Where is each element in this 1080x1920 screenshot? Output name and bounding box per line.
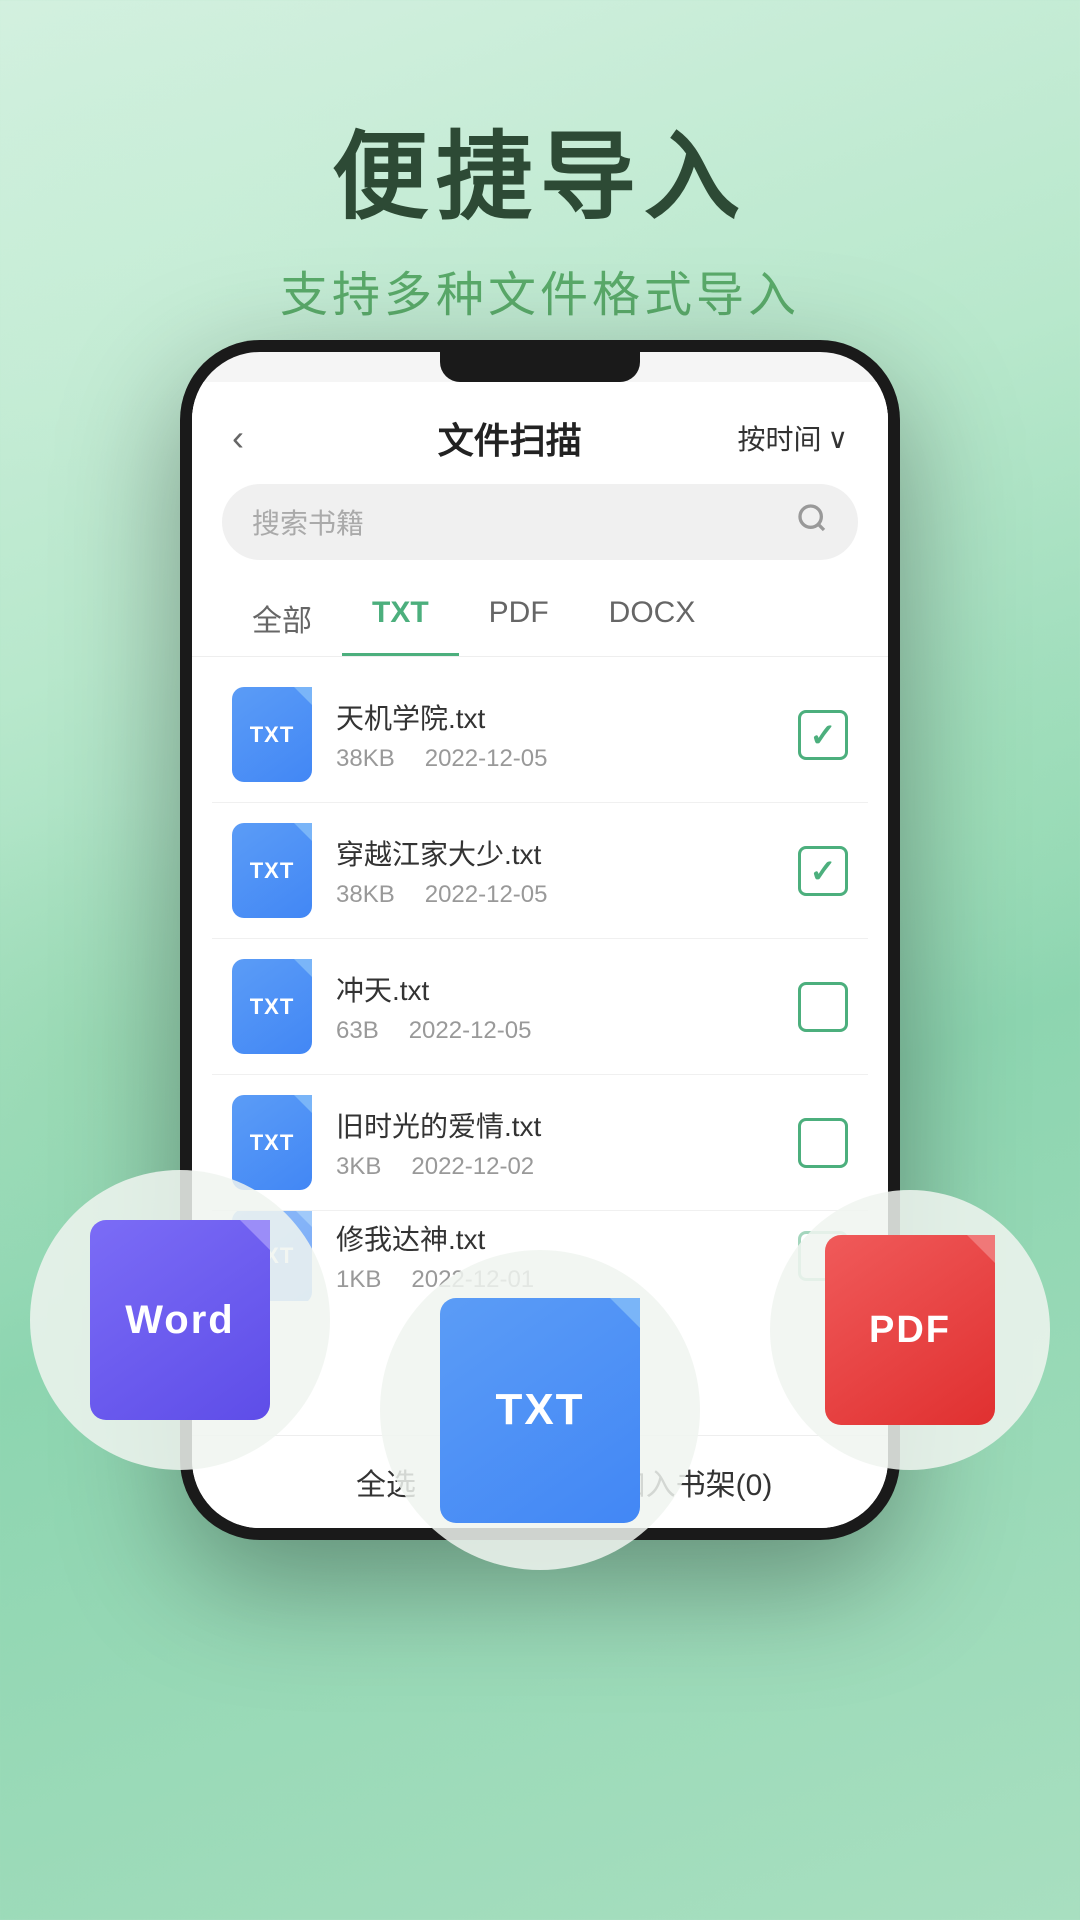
file-info: 天机学院.txt 38KB 2022-12-05 [336, 697, 798, 773]
file-checkbox[interactable] [798, 846, 848, 896]
tab-all[interactable]: 全部 [222, 580, 342, 656]
file-checkbox[interactable] [798, 1231, 848, 1281]
back-button[interactable]: ‹ [232, 417, 282, 459]
file-type-icon: TXT [232, 687, 312, 782]
phone-mockup: ‹ 文件扫描 按时间 ∨ 搜索书籍 [180, 340, 900, 1540]
file-item[interactable]: TXT 天机学院.txt 38KB 2022-12-05 [212, 667, 868, 803]
search-icon [796, 502, 828, 542]
file-item[interactable]: TXT 冲天.txt 63B 2022-12-05 [212, 939, 868, 1075]
file-info: 修我达神.txt 1KB 2022-12-01 [336, 1218, 798, 1294]
file-date: 2022-12-05 [409, 1017, 532, 1045]
toolbar-title: 文件扫描 [282, 412, 737, 464]
tab-bar: 全部 TXT PDF DOCX [192, 580, 888, 657]
file-info: 冲天.txt 63B 2022-12-05 [336, 969, 798, 1045]
file-type-icon: TXT [232, 959, 312, 1054]
tab-docx[interactable]: DOCX [579, 580, 726, 656]
file-type-icon: TXT [232, 1095, 312, 1190]
file-checkbox[interactable] [798, 710, 848, 760]
phone-screen: ‹ 文件扫描 按时间 ∨ 搜索书籍 [192, 352, 888, 1528]
file-type-icon: TXT [232, 823, 312, 918]
bottom-bar: 全选 加入书架(0) [192, 1435, 888, 1528]
file-size: 1KB [336, 1266, 381, 1294]
file-size: 63B [336, 1017, 379, 1045]
sub-title: 支持多种文件格式导入 [0, 255, 1080, 325]
file-size: 3KB [336, 1153, 381, 1181]
add-to-shelf-button[interactable]: 加入书架(0) [540, 1460, 848, 1504]
file-item[interactable]: TXT 穿越江家大少.txt 38KB 2022-12-05 [212, 803, 868, 939]
sort-chevron-icon: ∨ [828, 422, 849, 455]
phone-notch [440, 352, 640, 382]
header-section: 便捷导入 支持多种文件格式导入 [0, 0, 1080, 325]
file-info: 旧时光的爱情.txt 3KB 2022-12-02 [336, 1105, 798, 1181]
search-placeholder: 搜索书籍 [252, 502, 796, 542]
file-name: 冲天.txt [336, 969, 798, 1009]
file-list: TXT 天机学院.txt 38KB 2022-12-05 TXT [192, 667, 888, 1435]
file-type-icon: TXT [232, 1211, 312, 1301]
file-meta: 3KB 2022-12-02 [336, 1153, 798, 1181]
file-date: 2022-12-05 [425, 881, 548, 909]
file-name: 旧时光的爱情.txt [336, 1105, 798, 1145]
search-bar[interactable]: 搜索书籍 [222, 484, 858, 560]
file-name: 修我达神.txt [336, 1218, 798, 1258]
file-meta: 38KB 2022-12-05 [336, 881, 798, 909]
app-content: ‹ 文件扫描 按时间 ∨ 搜索书籍 [192, 382, 888, 1528]
tab-pdf[interactable]: PDF [459, 580, 579, 656]
file-item-partial[interactable]: TXT 修我达神.txt 1KB 2022-12-01 [212, 1211, 868, 1301]
file-size: 38KB [336, 881, 395, 909]
file-date: 2022-12-05 [425, 745, 548, 773]
phone-frame: ‹ 文件扫描 按时间 ∨ 搜索书籍 [180, 340, 900, 1540]
file-checkbox[interactable] [798, 1118, 848, 1168]
tab-txt[interactable]: TXT [342, 580, 459, 656]
sort-label: 按时间 [737, 418, 821, 458]
sort-button[interactable]: 按时间 ∨ [737, 418, 848, 458]
file-info: 穿越江家大少.txt 38KB 2022-12-05 [336, 833, 798, 909]
file-item[interactable]: TXT 旧时光的爱情.txt 3KB 2022-12-02 [212, 1075, 868, 1211]
file-meta: 63B 2022-12-05 [336, 1017, 798, 1045]
file-checkbox[interactable] [798, 982, 848, 1032]
file-date: 2022-12-01 [411, 1266, 534, 1294]
toolbar: ‹ 文件扫描 按时间 ∨ [192, 382, 888, 484]
main-title: 便捷导入 [0, 120, 1080, 235]
file-meta: 1KB 2022-12-01 [336, 1266, 798, 1294]
file-size: 38KB [336, 745, 395, 773]
file-meta: 38KB 2022-12-05 [336, 745, 798, 773]
file-date: 2022-12-02 [411, 1153, 534, 1181]
file-name: 穿越江家大少.txt [336, 833, 798, 873]
file-name: 天机学院.txt [336, 697, 798, 737]
select-all-button[interactable]: 全选 [232, 1460, 540, 1504]
